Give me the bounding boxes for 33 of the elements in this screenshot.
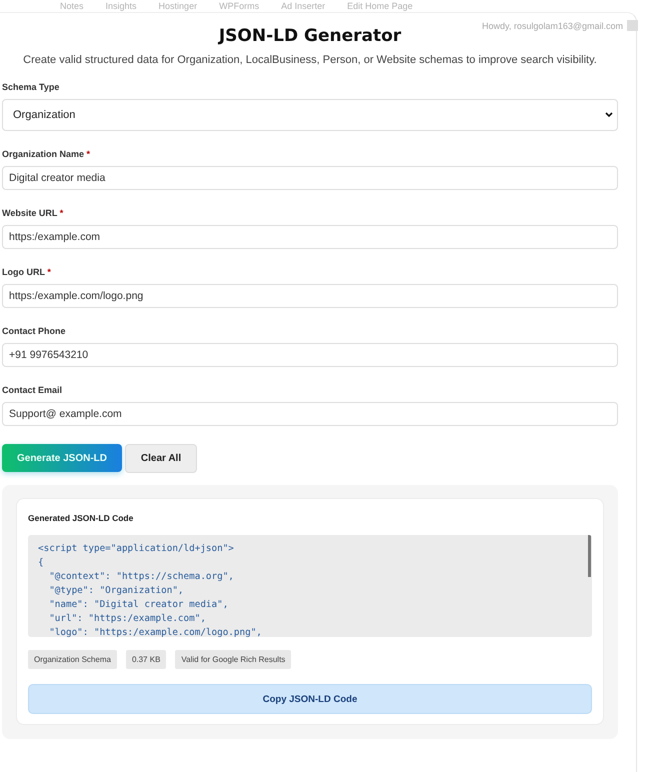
required-mark: * (47, 267, 51, 277)
subtitle: Create valid structured data for Organization, LocalBusiness, Person, or Website schemas to improve search visibility. (22, 54, 598, 66)
required-mark: * (60, 208, 64, 218)
avatar-icon[interactable] (627, 20, 638, 31)
page-title: JSON-LD Generator (218, 26, 402, 46)
field-label: Organization Name * (2, 149, 92, 159)
chevron-icon (605, 112, 613, 118)
info-tag: Organization Schema (28, 650, 117, 669)
field-label: Schema Type (2, 82, 60, 92)
info-tag: Valid for Google Rich Results (175, 650, 292, 669)
input-field[interactable]: Support@ example.com (2, 402, 618, 426)
field-label: Logo URL * (2, 267, 52, 277)
input-field[interactable]: https:/example.com/logo.png (2, 284, 618, 308)
clear-button[interactable]: Clear All (125, 444, 197, 473)
code-line: "name": "Digital creator media", (48, 598, 230, 612)
scrollbar[interactable] (588, 535, 591, 577)
field-label: Website URL * (2, 208, 64, 218)
field-label: Contact Phone (2, 326, 67, 336)
required-mark: * (86, 149, 90, 159)
code-line: <script type="application/ld+json"> (38, 542, 235, 556)
schema-type-select[interactable]: Organization (2, 99, 618, 131)
code-line: "@context": "https://schema.org", (48, 570, 235, 584)
output-title: Generated JSON-LD Code (28, 513, 134, 523)
code-line: "logo": "https:/example.com/logo.png", (48, 626, 263, 637)
input-field[interactable]: +91 9976543210 (2, 343, 618, 367)
info-tag: 0.37 KB (126, 650, 166, 669)
field-label: Contact Email (2, 385, 64, 395)
input-field[interactable]: Digital creator media (2, 166, 618, 190)
code-line: { (38, 556, 45, 570)
copy-button[interactable]: Copy JSON-LD Code (28, 684, 592, 714)
code-line: "@type": "Organization", (48, 584, 185, 598)
input-field[interactable]: https:/example.com (2, 225, 618, 249)
code-line: "url": "https:/example.com", (48, 612, 207, 626)
